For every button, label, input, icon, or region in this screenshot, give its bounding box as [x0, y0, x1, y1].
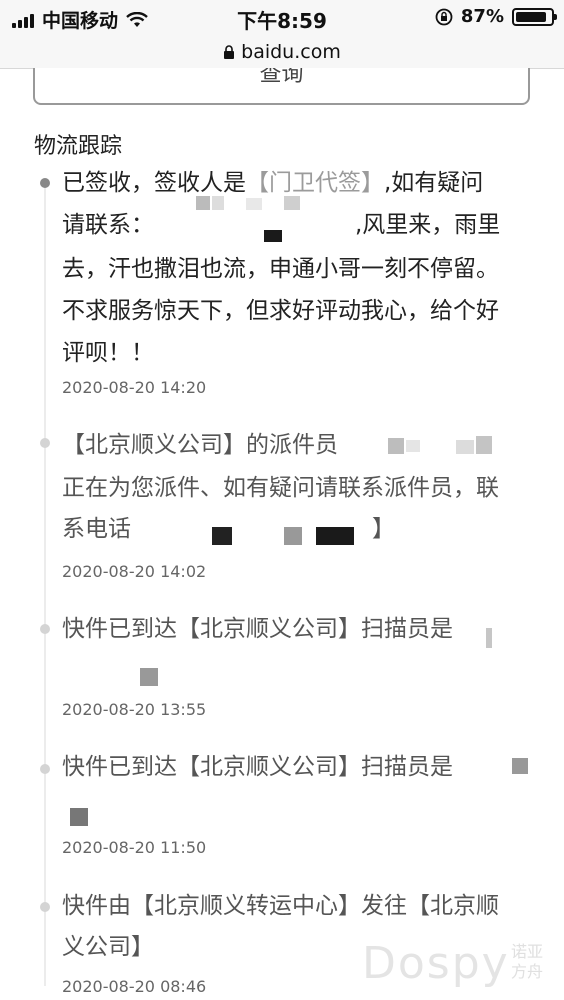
url-bar[interactable]: baidu.com [0, 36, 564, 69]
entry-line: ,风里来，雨里 [355, 212, 501, 238]
pixelation-block [486, 628, 492, 648]
redaction-mask [0, 648, 30, 698]
battery-percent: 87% [460, 6, 504, 27]
pixelation-block [196, 196, 210, 210]
timeline-dot-active [40, 178, 50, 188]
entry-timestamp: 2020-08-20 08:46 [62, 977, 207, 996]
pixelation-block [140, 668, 158, 686]
pixelation-block [512, 758, 528, 774]
url-domain: baidu.com [241, 41, 341, 63]
battery-fill [516, 11, 546, 22]
pixelation-block [284, 196, 300, 210]
entry-line: 系电话 [62, 516, 131, 542]
rotation-lock-icon [435, 8, 453, 25]
pixelation-block [70, 808, 88, 826]
pixelation-block [406, 440, 420, 452]
pixelation-block [212, 196, 224, 210]
lock-icon [224, 45, 235, 59]
entry-line: 快件已到达【北京顺义公司】扫描员是 [62, 616, 453, 642]
entry-line: 快件已到达【北京顺义公司】扫描员是 [62, 754, 453, 780]
watermark-logo-cjk: 诺亚方舟 [511, 942, 544, 981]
pixelation-block [212, 527, 232, 545]
redaction-mask [0, 785, 40, 835]
entry-timestamp: 2020-08-20 14:02 [62, 562, 207, 581]
entry-line: 正在为您派件、如有疑问请联系派件员，联 [62, 475, 499, 501]
entry-timestamp: 2020-08-20 13:55 [62, 700, 207, 719]
entry-line: 【北京顺义公司】的派件员 [62, 432, 338, 458]
pixelation-block [264, 230, 282, 242]
timeline-dot [40, 624, 50, 634]
pixelation-block [246, 198, 262, 210]
tracking-title: 物流跟踪 [34, 134, 123, 159]
entry-line: 】 [372, 516, 395, 542]
battery-icon [512, 7, 557, 26]
timeline-dot [40, 438, 50, 448]
status-bar: 中国移动 下午8:59 87% [0, 0, 564, 36]
entry-line: 去，汗也撒泪也流，申通小哥一刻不停留。 [62, 256, 499, 282]
pixelation-block [316, 527, 354, 545]
watermark-logo: Dospy [362, 938, 510, 989]
pixelation-block [388, 438, 404, 454]
timeline-dot [40, 902, 50, 912]
entry-line: 评呗！！ [62, 340, 154, 366]
timeline-line [44, 186, 46, 986]
redaction-mask [260, 168, 380, 204]
redaction-mask [158, 206, 353, 246]
pixelation-block [284, 527, 302, 545]
entry-timestamp: 2020-08-20 14:20 [62, 378, 207, 397]
pixelation-block [476, 436, 492, 454]
entry-line: 不求服务惊天下，但求好评动我心，给个好 [62, 298, 499, 324]
entry-line: 快件由【北京顺义转运中心】发往【北京顺 [62, 893, 499, 919]
pixelation-block [456, 440, 474, 454]
timeline-dot [40, 764, 50, 774]
entry-timestamp: 2020-08-20 11:50 [62, 838, 207, 857]
